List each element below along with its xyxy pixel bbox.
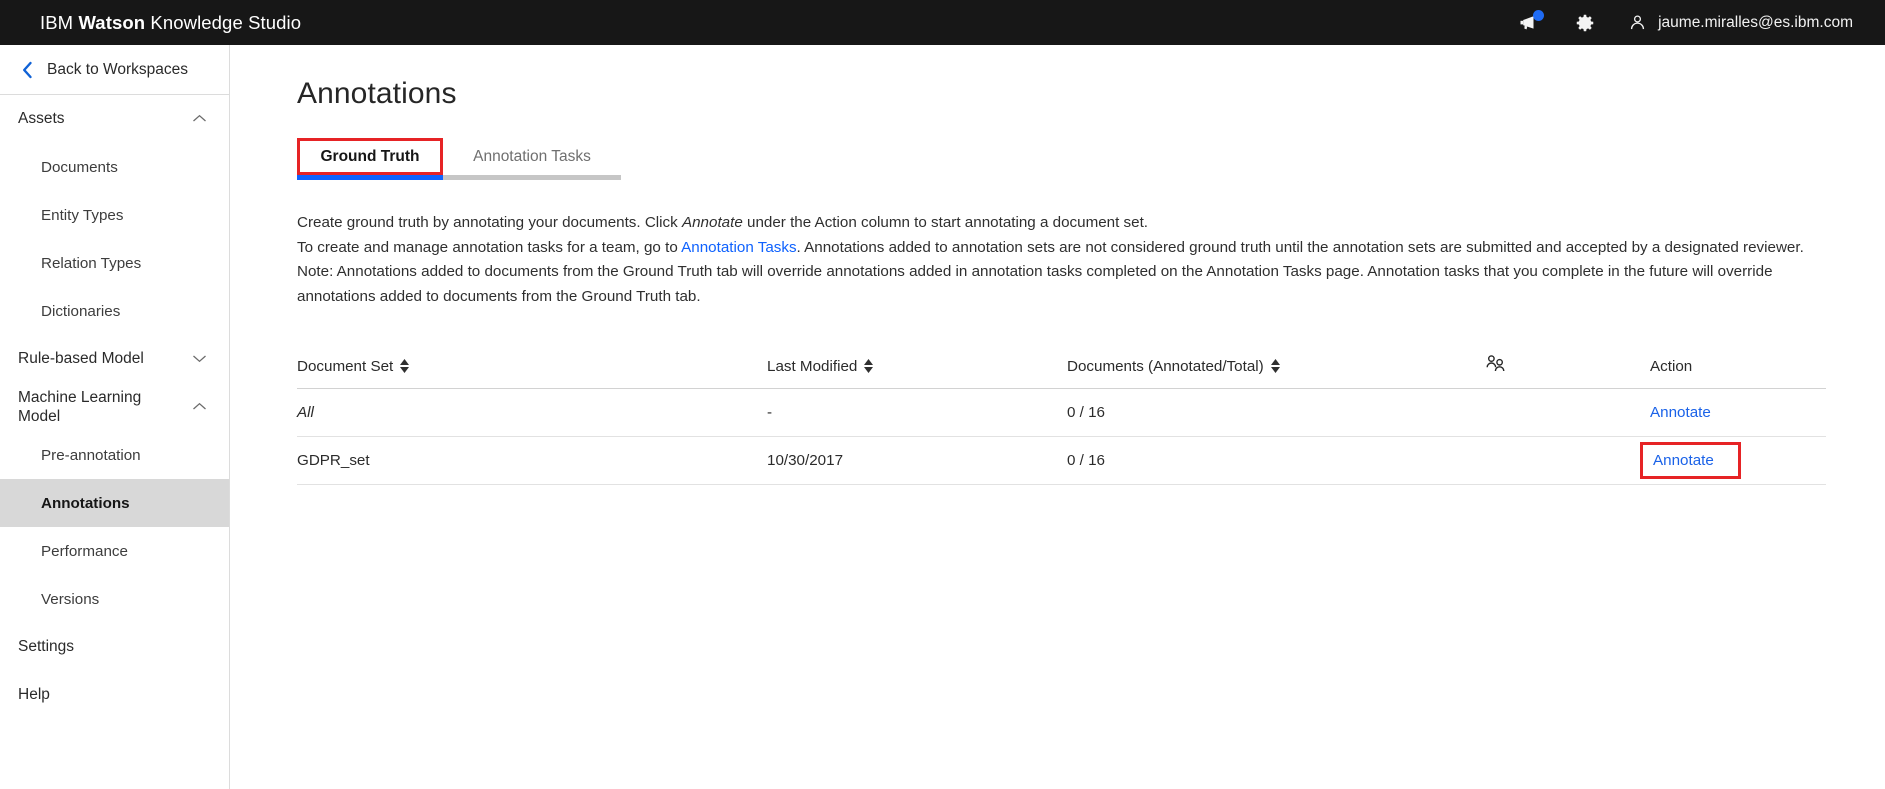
chevron-left-icon xyxy=(16,61,38,79)
sidebar-item-performance-label: Performance xyxy=(41,542,128,560)
tab-ground-truth-label: Ground Truth xyxy=(320,147,420,165)
page-title: Annotations xyxy=(297,77,457,110)
sidebar-item-dictionaries[interactable]: Dictionaries xyxy=(0,287,229,335)
description-line-1: Create ground truth by annotating your d… xyxy=(297,211,1825,236)
description-line-1-part-b: under the Action column to start annotat… xyxy=(742,214,1149,231)
annotate-emphasis: Annotate xyxy=(681,214,743,231)
annotate-link[interactable]: Annotate xyxy=(1650,404,1711,421)
tab-annotation-tasks-label: Annotation Tasks xyxy=(473,147,591,165)
chevron-up-icon xyxy=(192,398,207,416)
left-sidebar: Back to Workspaces Assets Documents Enti… xyxy=(0,45,230,789)
user-account-menu[interactable]: jaume.miralles@es.ibm.com xyxy=(1613,0,1863,45)
sidebar-item-settings-label: Settings xyxy=(18,638,75,655)
sort-arrows-icon xyxy=(864,359,874,373)
cell-document-set: GDPR_set xyxy=(297,451,370,469)
sidebar-item-annotations-label: Annotations xyxy=(41,494,130,512)
sidebar-item-relation-types[interactable]: Relation Types xyxy=(0,239,229,287)
table-header-row: Document Set Last Modified Documents (An… xyxy=(297,345,1826,389)
sidebar-item-annotations[interactable]: Annotations xyxy=(0,479,229,527)
description-line-2: To create and manage annotation tasks fo… xyxy=(297,236,1825,261)
column-header-document-set-label: Document Set xyxy=(297,357,394,375)
sidebar-item-entity-types-label: Entity Types xyxy=(41,206,124,224)
column-header-action: Action xyxy=(1650,358,1826,375)
sidebar-item-versions-label: Versions xyxy=(41,590,100,608)
tab-annotation-tasks[interactable]: Annotation Tasks xyxy=(443,138,621,180)
cell-document-set: All xyxy=(297,403,314,421)
tab-ground-truth[interactable]: Ground Truth xyxy=(297,138,443,180)
cell-documents: 0 / 16 xyxy=(1067,403,1105,421)
annotate-link-highlight-box: Annotate xyxy=(1640,441,1741,479)
document-sets-table: Document Set Last Modified Documents (An… xyxy=(297,345,1826,485)
chevron-up-icon xyxy=(192,110,207,128)
brand-suffix: Knowledge Studio xyxy=(145,11,302,33)
sidebar-group-assets[interactable]: Assets xyxy=(0,95,229,143)
app-brand-title: IBM Watson Knowledge Studio xyxy=(40,12,301,34)
sidebar-item-performance[interactable]: Performance xyxy=(0,527,229,575)
brand-prefix: IBM xyxy=(40,11,79,33)
description-line-2-part-b: . Annotations added to annotation sets a… xyxy=(796,238,1804,256)
table-row: GDPR_set 10/30/2017 0 / 16 Annotate xyxy=(297,437,1826,485)
sidebar-item-versions[interactable]: Versions xyxy=(0,575,229,623)
sidebar-group-machine-learning-model[interactable]: Machine Learning Model xyxy=(0,383,229,431)
sidebar-item-documents[interactable]: Documents xyxy=(0,143,229,191)
sidebar-group-rule-based-model-label: Rule-based Model xyxy=(18,350,144,368)
gear-icon xyxy=(1576,14,1594,31)
sidebar-item-pre-annotation-label: Pre-annotation xyxy=(41,446,141,464)
cell-documents: 0 / 16 xyxy=(1067,451,1105,469)
sidebar-item-dictionaries-label: Dictionaries xyxy=(41,302,121,320)
cell-action: Annotate xyxy=(1640,441,1826,479)
table-row: All - 0 / 16 Annotate xyxy=(297,389,1826,437)
sidebar-item-relation-types-label: Relation Types xyxy=(41,254,142,272)
column-header-documents-label: Documents (Annotated/Total) xyxy=(1067,357,1264,375)
brand-bold: Watson xyxy=(78,11,146,33)
user-avatar-icon xyxy=(1630,15,1645,30)
sidebar-group-rule-based-model[interactable]: Rule-based Model xyxy=(0,335,229,383)
announcements-button[interactable] xyxy=(1501,0,1557,45)
settings-button[interactable] xyxy=(1557,0,1613,45)
topbar-actions: jaume.miralles@es.ibm.com xyxy=(1501,0,1885,45)
sidebar-item-settings[interactable]: Settings xyxy=(0,623,229,671)
sidebar-item-pre-annotation[interactable]: Pre-annotation xyxy=(0,431,229,479)
main-content: Annotations Ground Truth Annotation Task… xyxy=(231,45,1885,789)
back-to-workspaces-button[interactable]: Back to Workspaces xyxy=(0,45,229,95)
top-navigation-bar: IBM Watson Knowledge Studio jaume.mirall… xyxy=(0,0,1885,45)
sidebar-group-machine-learning-model-label: Machine Learning Model xyxy=(18,388,142,425)
column-header-action-label: Action xyxy=(1650,357,1693,375)
notification-badge-dot xyxy=(1533,10,1545,21)
two-people-icon xyxy=(1485,354,1507,378)
cell-last-modified: 10/30/2017 xyxy=(767,451,844,469)
sidebar-item-help[interactable]: Help xyxy=(0,671,229,719)
column-header-last-modified[interactable]: Last Modified xyxy=(767,358,1067,375)
column-header-documents[interactable]: Documents (Annotated/Total) xyxy=(1067,358,1485,375)
description-line-2-part-a: To create and manage annotation tasks fo… xyxy=(297,238,682,256)
chevron-down-icon xyxy=(192,350,207,368)
sidebar-item-help-label: Help xyxy=(18,686,50,703)
annotation-tasks-link[interactable]: Annotation Tasks xyxy=(681,239,796,256)
description-line-1-part-a: Create ground truth by annotating your d… xyxy=(297,214,682,231)
sort-arrows-icon xyxy=(400,359,410,373)
sidebar-item-entity-types[interactable]: Entity Types xyxy=(0,191,229,239)
column-header-document-set[interactable]: Document Set xyxy=(297,358,767,375)
page-description: Create ground truth by annotating your d… xyxy=(297,211,1825,310)
description-line-3: Note: Annotations added to documents fro… xyxy=(297,263,1773,305)
column-header-annotators xyxy=(1485,354,1650,378)
sidebar-group-assets-label: Assets xyxy=(18,110,65,128)
tab-bar: Ground Truth Annotation Tasks xyxy=(297,138,1825,180)
annotate-link[interactable]: Annotate xyxy=(1653,452,1714,469)
user-email-label: jaume.miralles@es.ibm.com xyxy=(1658,13,1853,31)
sidebar-item-documents-label: Documents xyxy=(41,158,118,176)
column-header-last-modified-label: Last Modified xyxy=(767,357,858,375)
sort-arrows-icon xyxy=(1270,359,1280,373)
cell-action: Annotate xyxy=(1650,404,1826,421)
cell-last-modified: - xyxy=(767,403,773,421)
back-to-workspaces-label: Back to Workspaces xyxy=(47,60,188,78)
